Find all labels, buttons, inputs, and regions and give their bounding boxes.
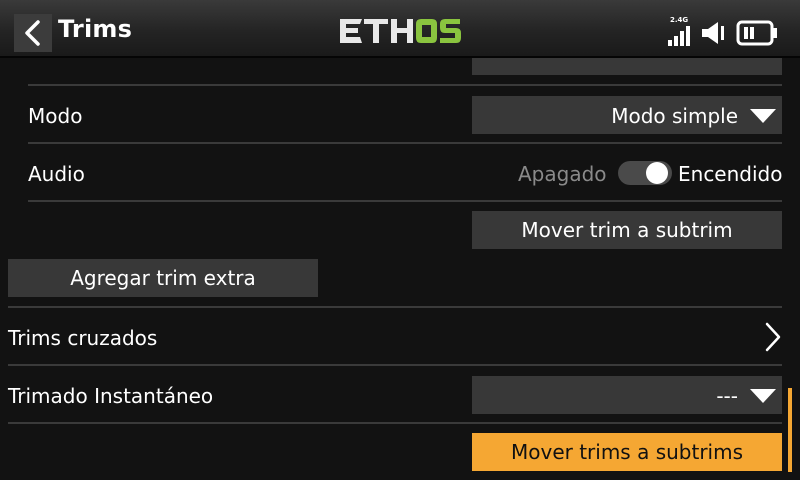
audio-off-label: Apagado	[518, 162, 607, 186]
page-title: Trims	[58, 15, 133, 43]
cross-trims-label: Trims cruzados	[8, 326, 158, 350]
partial-field[interactable]	[472, 58, 782, 75]
instant-trim-label: Trimado Instantáneo	[8, 384, 214, 408]
audio-label: Audio	[28, 162, 85, 186]
signal-bars-icon	[668, 26, 690, 46]
divider	[28, 200, 782, 202]
chevron-left-icon	[25, 20, 40, 46]
scrollbar[interactable]	[788, 388, 792, 472]
cross-trims-row[interactable]: Trims cruzados	[0, 308, 800, 364]
status-area: 2.4G	[666, 14, 790, 48]
modo-label: Modo	[28, 104, 83, 128]
speaker-icon[interactable]	[700, 20, 728, 46]
instant-trim-dropdown[interactable]: ---	[472, 376, 782, 414]
caret-down-icon	[750, 109, 776, 123]
move-trims-all-label: Mover trims a subtrims	[510, 440, 744, 464]
divider	[8, 422, 782, 424]
divider	[8, 364, 782, 366]
add-trim-label: Agregar trim extra	[70, 266, 256, 290]
move-trim-label: Mover trim a subtrim	[521, 218, 733, 242]
divider	[28, 84, 782, 86]
instant-trim-value: ---	[716, 384, 738, 408]
chevron-right-icon	[765, 322, 781, 352]
caret-down-icon	[750, 389, 776, 403]
modo-value: Modo simple	[611, 104, 738, 128]
move-trims-to-subtrims-button[interactable]: Mover trims a subtrims	[472, 433, 782, 471]
back-button[interactable]	[14, 14, 52, 52]
add-extra-trim-button[interactable]: Agregar trim extra	[8, 259, 318, 297]
modo-dropdown[interactable]: Modo simple	[472, 96, 782, 134]
move-trim-to-subtrim-button[interactable]: Mover trim a subtrim	[472, 211, 782, 249]
battery-icon	[736, 20, 777, 46]
audio-on-label: Encendido	[678, 162, 783, 186]
divider	[28, 142, 782, 144]
ethos-logo-icon	[340, 19, 461, 43]
ethos-logo	[336, 16, 464, 50]
audio-toggle-knob[interactable]	[646, 162, 668, 184]
top-bar: Trims 2.4G	[0, 0, 800, 58]
band-label: 2.4G	[670, 16, 689, 24]
